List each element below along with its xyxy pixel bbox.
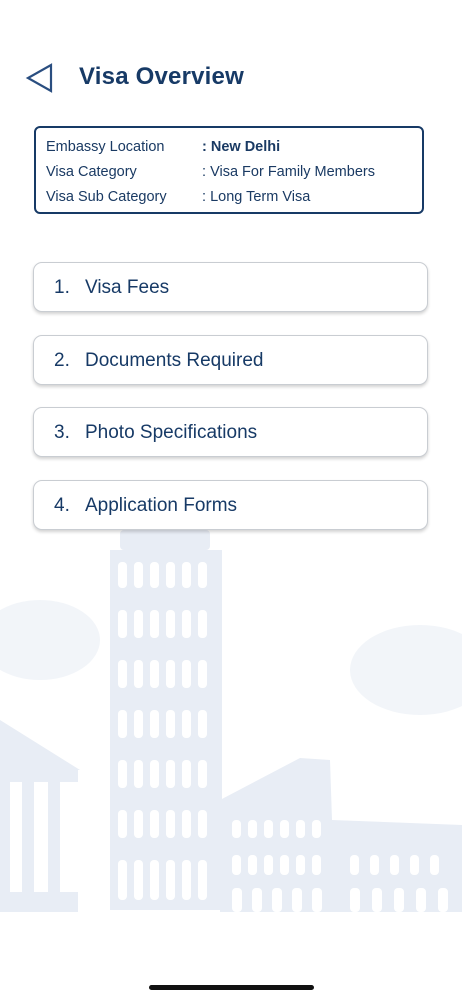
visa-category-value: Visa For Family Members <box>202 164 375 180</box>
visa-sub-category-label: Visa Sub Category <box>46 189 167 205</box>
menu-item-label: Photo Specifications <box>85 422 258 443</box>
menu-item-label: Application Forms <box>85 495 238 516</box>
visa-sub-category-value: Long Term Visa <box>202 189 310 205</box>
menu-item-number: 4. <box>54 495 70 516</box>
visa-details-card: Embassy Location New Delhi Visa Category… <box>34 126 424 214</box>
menu-item-photo-specifications[interactable]: 3. Photo Specifications <box>33 407 428 457</box>
back-triangle-icon <box>25 63 53 93</box>
page-title: Visa Overview <box>79 63 244 90</box>
back-button[interactable] <box>22 59 58 97</box>
visa-category-label: Visa Category <box>46 164 137 180</box>
landmarks-background-illustration <box>0 530 462 912</box>
embassy-location-value: New Delhi <box>202 139 280 155</box>
menu-item-visa-fees[interactable]: 1. Visa Fees <box>33 262 428 312</box>
home-indicator[interactable] <box>149 985 314 990</box>
menu-item-documents-required[interactable]: 2. Documents Required <box>33 335 428 385</box>
menu-item-number: 3. <box>54 422 70 443</box>
menu-item-label: Documents Required <box>85 350 264 371</box>
menu-item-number: 2. <box>54 350 70 371</box>
menu-item-number: 1. <box>54 277 70 298</box>
menu-item-application-forms[interactable]: 4. Application Forms <box>33 480 428 530</box>
embassy-location-label: Embassy Location <box>46 139 165 155</box>
top-header: Visa Overview <box>0 55 462 101</box>
menu-item-label: Visa Fees <box>85 277 170 298</box>
